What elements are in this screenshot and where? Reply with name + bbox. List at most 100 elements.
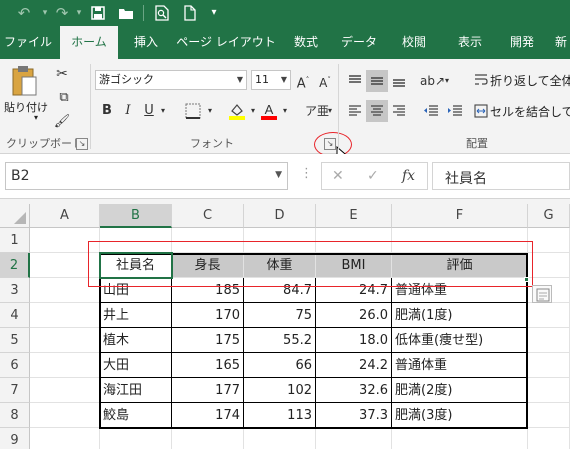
- col-header-d[interactable]: D: [244, 204, 316, 228]
- undo-icon[interactable]: ↶: [14, 3, 34, 23]
- cell-empty[interactable]: [316, 428, 392, 449]
- table-cell[interactable]: 鮫島: [100, 403, 172, 428]
- orientation-dropdown-icon[interactable]: ▾: [442, 70, 452, 92]
- row-header-4[interactable]: 4: [0, 303, 30, 328]
- table-cell[interactable]: 肥満(2度): [392, 378, 528, 403]
- table-header-cell[interactable]: 身長: [172, 253, 244, 278]
- cell-empty[interactable]: [528, 228, 570, 253]
- table-cell[interactable]: 普通体重: [392, 353, 528, 378]
- tab-new[interactable]: 新: [552, 26, 570, 59]
- phonetic-icon[interactable]: ア亜: [305, 100, 329, 122]
- cell-empty[interactable]: [244, 228, 316, 253]
- select-all-corner[interactable]: [0, 204, 30, 228]
- tab-formulas[interactable]: 数式: [284, 26, 328, 59]
- table-cell[interactable]: 普通体重: [392, 278, 528, 303]
- paste-dropdown-icon[interactable]: ▾: [34, 113, 38, 122]
- table-cell[interactable]: 24.7: [316, 278, 392, 303]
- shrink-font-button[interactable]: A˅: [317, 69, 333, 91]
- cell-empty[interactable]: [528, 403, 570, 428]
- cell-empty[interactable]: [316, 228, 392, 253]
- tab-review[interactable]: 校閲: [392, 26, 436, 59]
- wrap-text-button[interactable]: 折り返して全体を: [490, 72, 570, 89]
- table-cell[interactable]: 18.0: [316, 328, 392, 353]
- table-cell[interactable]: 113: [244, 403, 316, 428]
- cell-empty[interactable]: [30, 328, 100, 353]
- enter-icon[interactable]: ✓: [367, 168, 379, 184]
- align-bottom-icon[interactable]: [388, 70, 410, 92]
- cell-empty[interactable]: [30, 278, 100, 303]
- merge-center-button[interactable]: セルを結合して中: [490, 103, 570, 120]
- fill-color-dropdown-icon[interactable]: ▾: [248, 100, 258, 122]
- table-cell[interactable]: 海江田: [100, 378, 172, 403]
- tab-developer[interactable]: 開発: [502, 26, 542, 59]
- row-header-2[interactable]: 2: [0, 253, 30, 278]
- cell-empty[interactable]: [30, 253, 100, 278]
- cell-empty[interactable]: [244, 428, 316, 449]
- col-header-b[interactable]: B: [100, 204, 172, 228]
- new-document-icon[interactable]: [180, 3, 200, 23]
- insert-function-icon[interactable]: fx: [402, 168, 415, 184]
- cell-empty[interactable]: [528, 328, 570, 353]
- table-cell[interactable]: 174: [172, 403, 244, 428]
- cell-empty[interactable]: [30, 403, 100, 428]
- cell-empty[interactable]: [528, 428, 570, 449]
- cell-empty[interactable]: [392, 428, 528, 449]
- table-cell[interactable]: 175: [172, 328, 244, 353]
- font-name-combo[interactable]: 游ゴシック ▼: [95, 70, 247, 90]
- grow-font-button[interactable]: A˄: [295, 69, 311, 91]
- table-cell[interactable]: 165: [172, 353, 244, 378]
- table-cell[interactable]: 177: [172, 378, 244, 403]
- table-cell[interactable]: 植木: [100, 328, 172, 353]
- cell-empty[interactable]: [30, 303, 100, 328]
- bold-button[interactable]: B: [99, 100, 115, 122]
- clipboard-launcher-icon[interactable]: ↘: [76, 138, 88, 150]
- undo-dropdown-icon[interactable]: ▾: [40, 3, 50, 23]
- col-header-c[interactable]: C: [172, 204, 244, 228]
- tab-view[interactable]: 表示: [448, 26, 492, 59]
- table-cell[interactable]: 大田: [100, 353, 172, 378]
- paste-icon[interactable]: [10, 65, 38, 97]
- formula-bar-grip-icon[interactable]: ⋮: [300, 166, 313, 181]
- border-icon[interactable]: [182, 100, 204, 122]
- row-header-8[interactable]: 8: [0, 403, 30, 428]
- active-cell[interactable]: 社員名: [100, 253, 172, 278]
- tab-file[interactable]: ファイル: [0, 26, 56, 59]
- table-cell[interactable]: 185: [172, 278, 244, 303]
- table-cell[interactable]: 26.0: [316, 303, 392, 328]
- row-header-7[interactable]: 7: [0, 378, 30, 403]
- cell-empty[interactable]: [528, 378, 570, 403]
- col-header-a[interactable]: A: [30, 204, 100, 228]
- cell-empty[interactable]: [172, 228, 244, 253]
- phonetic-dropdown-icon[interactable]: ▾: [325, 100, 335, 122]
- font-name-dropdown-icon[interactable]: ▼: [237, 71, 243, 89]
- cell-empty[interactable]: [100, 228, 172, 253]
- formula-input[interactable]: 社員名: [432, 162, 570, 190]
- fill-handle[interactable]: [524, 277, 529, 282]
- wrap-text-icon[interactable]: [474, 72, 488, 88]
- table-cell[interactable]: 肥満(1度): [392, 303, 528, 328]
- table-cell[interactable]: 肥満(3度): [392, 403, 528, 428]
- font-color-icon[interactable]: A: [259, 100, 279, 122]
- cell-empty[interactable]: [528, 303, 570, 328]
- tab-insert[interactable]: 挿入: [124, 26, 168, 59]
- row-header-1[interactable]: 1: [0, 228, 30, 253]
- name-box-dropdown-icon[interactable]: ▼: [275, 170, 282, 180]
- align-top-icon[interactable]: [344, 70, 366, 92]
- row-header-5[interactable]: 5: [0, 328, 30, 353]
- table-cell[interactable]: 24.2: [316, 353, 392, 378]
- cell-empty[interactable]: [528, 253, 570, 278]
- table-cell[interactable]: 山田: [100, 278, 172, 303]
- cell-empty[interactable]: [528, 353, 570, 378]
- cell-empty[interactable]: [392, 228, 528, 253]
- italic-button[interactable]: I: [120, 100, 136, 122]
- table-cell[interactable]: 66: [244, 353, 316, 378]
- table-cell[interactable]: 75: [244, 303, 316, 328]
- save-icon[interactable]: [88, 3, 108, 23]
- col-header-e[interactable]: E: [316, 204, 392, 228]
- table-cell[interactable]: 井上: [100, 303, 172, 328]
- customize-qat-icon[interactable]: ▾: [208, 3, 220, 23]
- col-header-f[interactable]: F: [392, 204, 528, 228]
- paste-button[interactable]: 貼り付け: [4, 99, 48, 115]
- increase-indent-icon[interactable]: [444, 100, 466, 122]
- redo-dropdown-icon[interactable]: ▾: [74, 3, 84, 23]
